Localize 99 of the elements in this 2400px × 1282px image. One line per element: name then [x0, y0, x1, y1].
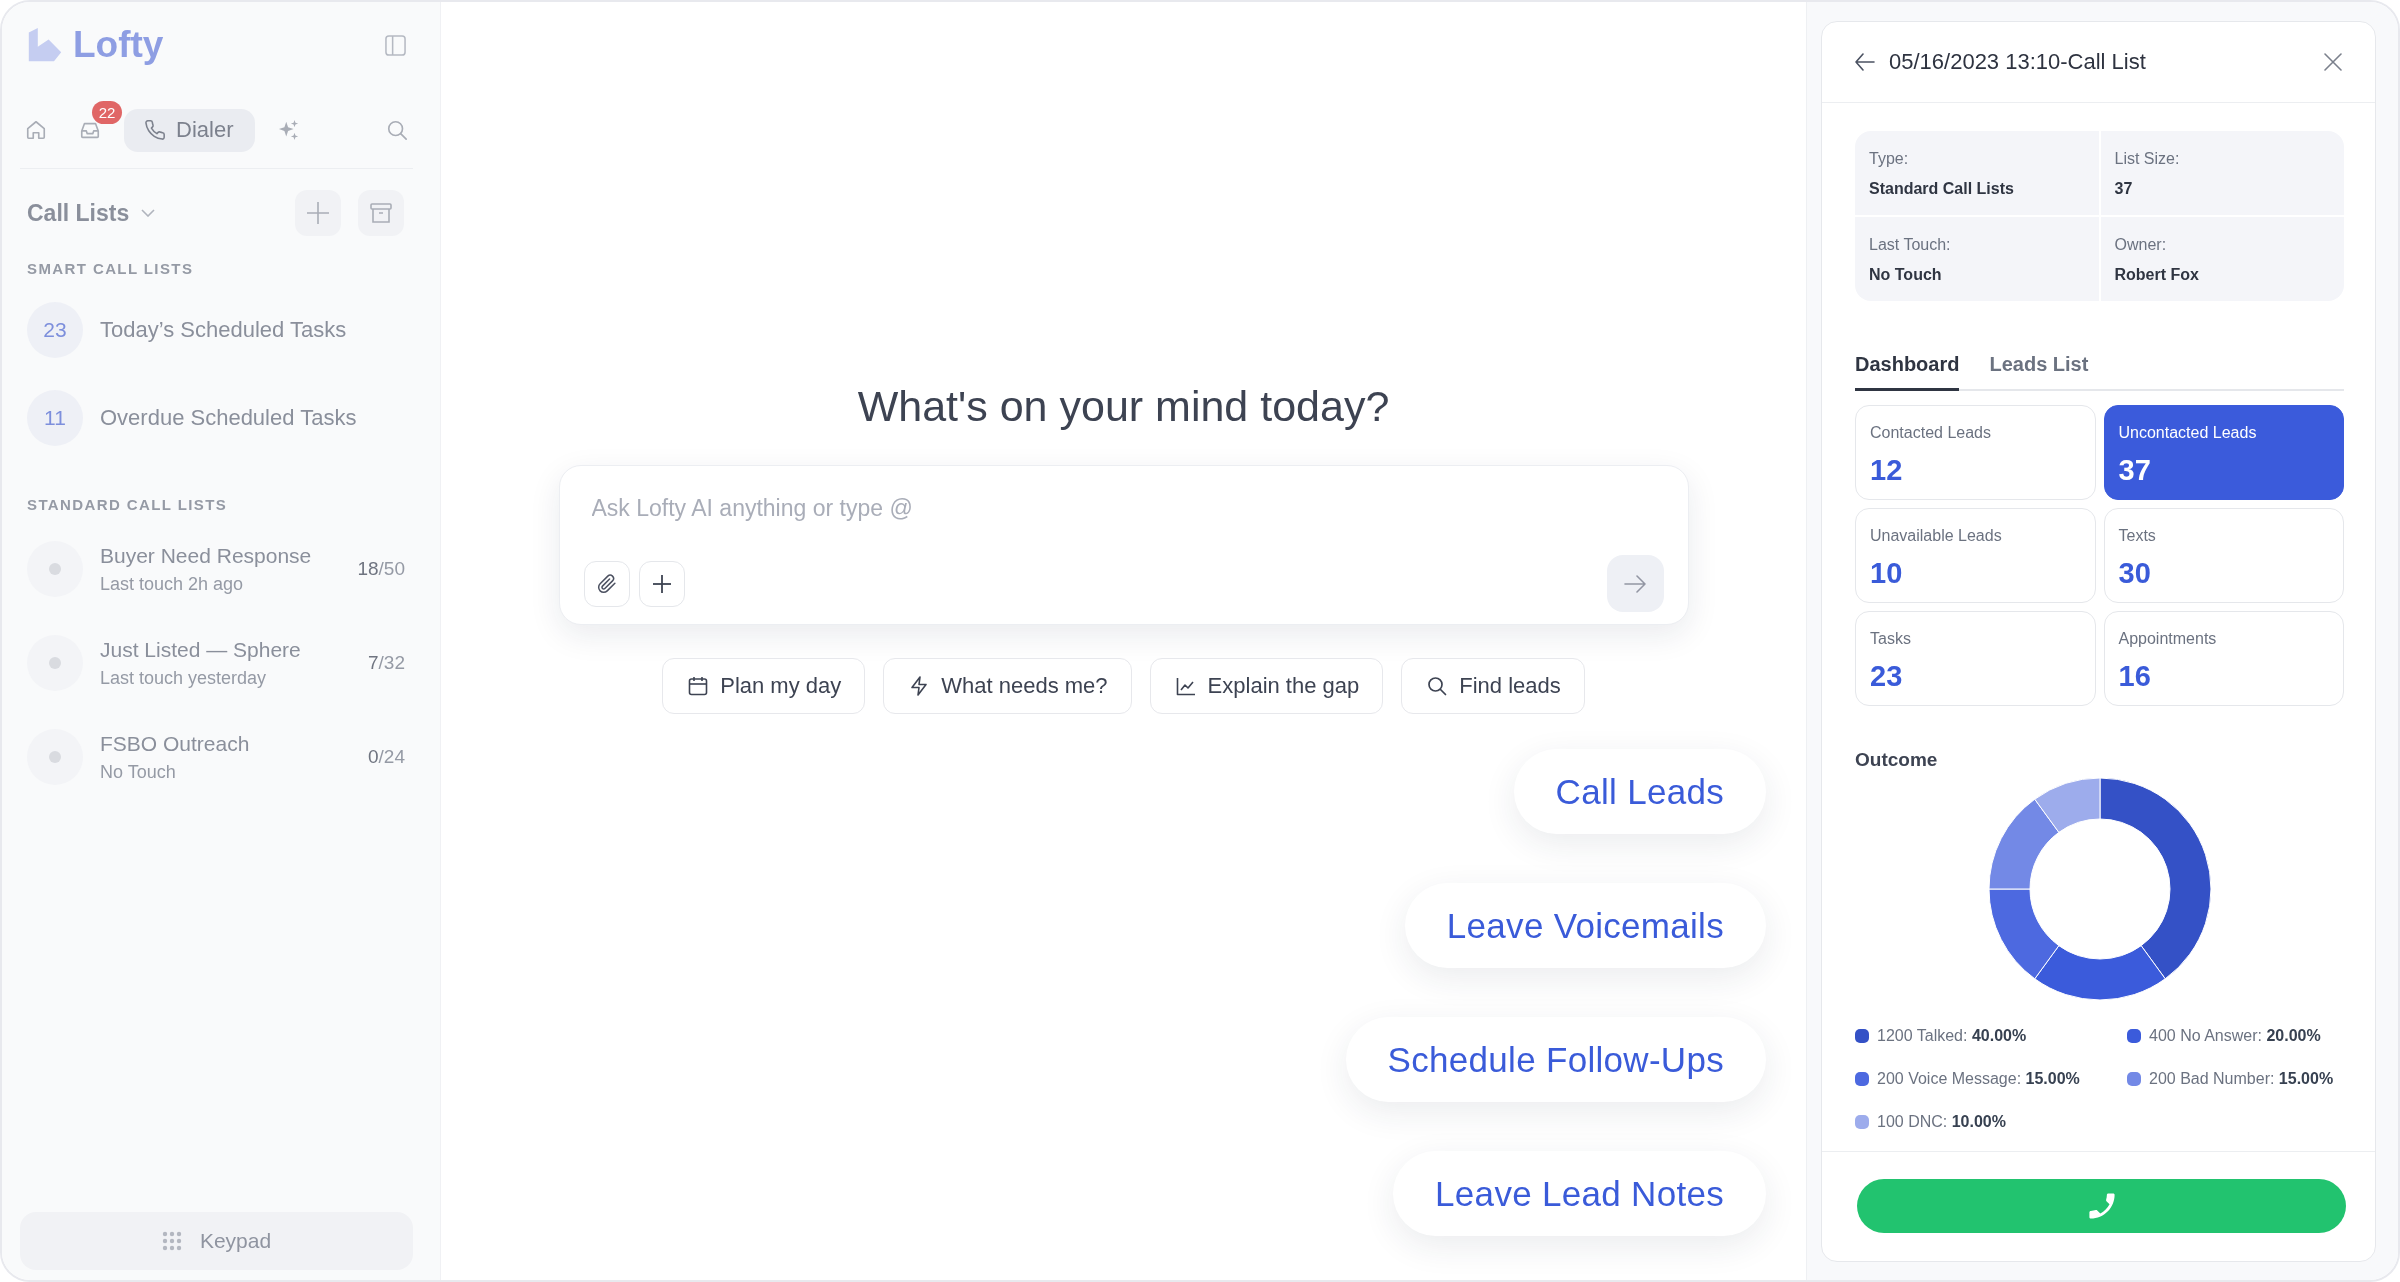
stat-label: Appointments	[2118, 629, 2218, 649]
call-list-name: Buyer Need Response	[100, 543, 313, 568]
call-list-item[interactable]: 23 Today’s Scheduled Tasks	[20, 286, 413, 374]
send-button[interactable]	[1606, 555, 1664, 612]
dot-icon	[49, 751, 61, 763]
arrow-right-icon	[1624, 574, 1646, 593]
stat-label: Texts	[2118, 526, 2157, 546]
chevron-down-icon[interactable]	[141, 209, 156, 217]
prompt-chip[interactable]: What needs me?	[883, 658, 1132, 714]
plus-icon	[307, 202, 329, 224]
dialer-button[interactable]: Dialer	[124, 108, 256, 152]
archive-icon	[370, 202, 392, 224]
legend-label: 400 No Answer: 20.00%	[2149, 1027, 2321, 1045]
stat-card[interactable]: Contacted Leads 12	[1855, 405, 2096, 500]
stat-label: Tasks	[1870, 629, 1912, 649]
stat-label: Contacted Leads	[1870, 423, 1992, 443]
close-button[interactable]	[2324, 53, 2342, 71]
tab[interactable]: Dashboard	[1855, 343, 1960, 391]
calendar-icon	[688, 676, 709, 696]
add-button[interactable]	[638, 560, 685, 607]
call-lists-title[interactable]: Call Lists	[27, 199, 130, 227]
call-list-name: Today’s Scheduled Tasks	[100, 317, 347, 343]
prompt-chip[interactable]: Explain the gap	[1149, 658, 1384, 714]
tab[interactable]: Leads List	[1989, 343, 2089, 391]
attach-button[interactable]	[583, 560, 630, 607]
legend-label: 200 Bad Number: 15.00%	[2149, 1070, 2334, 1088]
detail-label: Last Touch:	[1869, 235, 1952, 255]
phone-icon	[2087, 1192, 2116, 1220]
legend-label: 200 Voice Message: 15.00%	[1877, 1070, 2080, 1088]
paperclip-icon	[596, 573, 617, 594]
notification-badge: 22	[92, 100, 122, 124]
stat-value: 30	[2118, 556, 2152, 590]
last-touch-text: No Touch	[100, 761, 177, 783]
phone-icon	[144, 119, 166, 141]
sparkle-icon	[278, 119, 301, 141]
dot-icon	[49, 563, 61, 575]
progress-count: 18/50	[357, 558, 405, 580]
detail-value: Robert Fox	[2114, 265, 2200, 285]
archive-button[interactable]	[358, 190, 404, 236]
back-button[interactable]	[1855, 53, 1875, 71]
home-icon	[25, 119, 47, 141]
stat-label: Uncontacted Leads	[2118, 423, 2258, 443]
suggestion-button[interactable]: Leave Lead Notes	[1393, 1151, 1766, 1236]
call-button[interactable]	[1857, 1179, 2346, 1233]
detail-label: Owner:	[2114, 235, 2168, 255]
suggestion-button[interactable]: Leave Voicemails	[1404, 883, 1766, 968]
section-heading: SMART CALL LISTS	[26, 259, 195, 279]
sidebar-toggle-icon[interactable]	[385, 34, 406, 56]
last-touch-text: Last touch yesterday	[100, 667, 268, 689]
count-badge: 23	[27, 302, 83, 358]
stat-value: 16	[2118, 659, 2152, 693]
call-list-item[interactable]: Just Listed — Sphere Last touch yesterday 7/32	[20, 616, 413, 710]
call-list-name: FSBO Outreach	[100, 731, 251, 756]
stat-card[interactable]: Appointments 16	[2103, 611, 2344, 706]
legend-label: 1200 Talked: 40.00%	[1877, 1027, 2027, 1045]
logo-text: Lofty	[73, 23, 164, 67]
stat-card[interactable]: Tasks 23	[1855, 611, 2096, 706]
detail-label: List Size:	[2114, 149, 2181, 169]
lightning-icon	[909, 676, 930, 696]
close-icon	[2324, 53, 2342, 71]
call-list-item[interactable]: FSBO Outreach No Touch 0/24	[20, 710, 413, 804]
stat-value: 37	[2118, 453, 2152, 487]
page-heading: What's on your mind today?	[857, 381, 1390, 431]
call-list-item[interactable]: Buyer Need Response Last touch 2h ago 18/50	[20, 522, 413, 616]
progress-count: 7/32	[368, 652, 405, 674]
suggestion-button[interactable]: Call Leads	[1513, 749, 1766, 834]
search-icon	[1427, 676, 1448, 696]
detail-value: 37	[2114, 179, 2134, 199]
stat-card[interactable]: Unavailable Leads 10	[1855, 508, 2096, 603]
progress-count: 0/24	[368, 746, 405, 768]
panel-title: 05/16/2023 13:10-Call List	[1889, 49, 2146, 75]
detail-label: Type:	[1869, 149, 1910, 169]
search-icon	[386, 119, 408, 141]
message-input[interactable]: Ask Lofty AI anything or type @	[591, 493, 1652, 523]
legend-label: 100 DNC: 10.00%	[1877, 1113, 2006, 1131]
stat-label: Unavailable Leads	[1870, 526, 2003, 546]
stat-value: 23	[1870, 659, 1904, 693]
stat-value: 12	[1870, 453, 1904, 487]
prompt-chip[interactable]: Plan my day	[662, 658, 866, 714]
call-list-name: Just Listed — Sphere	[100, 637, 302, 662]
call-list-item[interactable]: 11 Overdue Scheduled Tasks	[20, 374, 413, 462]
call-list-name: Overdue Scheduled Tasks	[100, 405, 357, 431]
section-heading: STANDARD CALL LISTS	[26, 495, 229, 515]
suggestion-button[interactable]: Schedule Follow-Ups	[1345, 1017, 1766, 1102]
stat-card[interactable]: Texts 30	[2103, 508, 2344, 603]
stat-value: 10	[1870, 556, 1904, 590]
chart-title: Outcome	[1855, 748, 1939, 772]
stat-card[interactable]: Uncontacted Leads 37	[2103, 405, 2344, 500]
dot-icon	[49, 657, 61, 669]
detail-value: Standard Call Lists	[1869, 179, 2015, 199]
chart-icon	[1175, 676, 1196, 696]
logo-icon	[27, 27, 63, 63]
last-touch-text: Last touch 2h ago	[100, 573, 245, 595]
count-badge: 11	[27, 390, 83, 446]
prompt-chip[interactable]: Find leads	[1401, 658, 1585, 714]
back-arrow-icon	[1855, 53, 1875, 71]
keypad-icon	[161, 1231, 182, 1251]
plus-icon	[651, 573, 672, 594]
detail-value: No Touch	[1869, 265, 1943, 285]
